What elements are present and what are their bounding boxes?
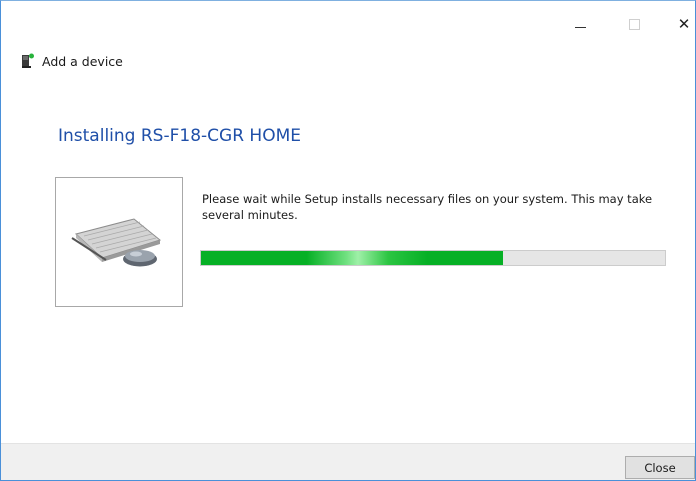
install-progress-bar [200,250,666,266]
minimize-icon [574,26,586,28]
keyboard-mouse-device-image [71,218,162,267]
maximize-button [611,9,657,39]
title-bar[interactable]: ✕ [1,1,695,41]
page-title: Installing RS-F18-CGR HOME [58,126,301,146]
device-setup-icon [22,53,34,68]
dialog-header: Add a device [21,51,123,71]
status-message: Please wait while Setup installs necessa… [202,192,653,222]
minimize-button[interactable] [557,9,603,39]
progress-fill [201,251,503,265]
maximize-icon [628,18,640,30]
dialog-footer: Close [1,443,695,480]
close-window-button[interactable]: ✕ [661,9,695,39]
dialog-title: Add a device [42,53,123,69]
device-image-frame [55,177,183,307]
close-button[interactable]: Close [625,456,695,479]
add-device-window: ✕ Add a device Installing RS-F18-CGR HOM… [0,0,696,481]
close-icon: ✕ [677,15,691,33]
